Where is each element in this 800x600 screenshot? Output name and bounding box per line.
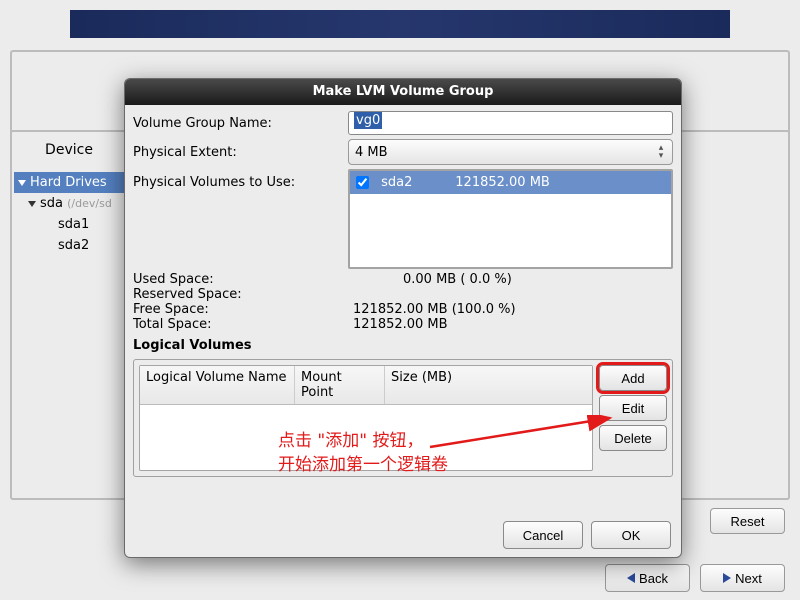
- top-banner: [70, 10, 730, 38]
- annotation-text: 点击 "添加" 按钮， 开始添加第一个逻辑卷: [278, 429, 448, 477]
- lv-buttons: Add Edit Delete: [599, 365, 667, 471]
- lv-col-name: Logical Volume Name: [140, 366, 295, 404]
- tree-sda[interactable]: sda (/dev/sd: [14, 193, 134, 214]
- add-button[interactable]: Add: [599, 365, 667, 391]
- pv-item-sda2[interactable]: sda2 121852.00 MB: [350, 171, 671, 194]
- dialog-title: Make LVM Volume Group: [125, 79, 681, 105]
- ok-button[interactable]: OK: [591, 521, 671, 549]
- dialog-body: Volume Group Name: vg0 Physical Extent: …: [125, 105, 681, 557]
- pv-label: Physical Volumes to Use:: [133, 175, 348, 190]
- used-value: 0.00 MB ( 0.0 %): [353, 272, 512, 287]
- pv-list[interactable]: sda2 121852.00 MB: [348, 169, 673, 269]
- tree-sda2[interactable]: sda2: [14, 235, 134, 256]
- cancel-button[interactable]: Cancel: [503, 521, 583, 549]
- pe-combo[interactable]: 4 MB ▴▾: [348, 139, 673, 165]
- next-label: Next: [735, 571, 762, 586]
- arrow-right-icon: [723, 573, 731, 583]
- pe-value: 4 MB: [355, 145, 388, 160]
- reserved-label: Reserved Space:: [133, 287, 353, 302]
- free-value: 121852.00 MB (100.0 %): [353, 302, 516, 317]
- annotation-line1: 点击 "添加" 按钮，: [278, 429, 448, 453]
- lv-heading: Logical Volumes: [133, 338, 673, 353]
- vg-name-input[interactable]: vg0: [348, 111, 673, 135]
- vg-name-label: Volume Group Name:: [133, 116, 348, 131]
- back-label: Back: [639, 571, 668, 586]
- edit-button[interactable]: Edit: [599, 395, 667, 421]
- device-column-header: Device: [14, 134, 124, 166]
- back-button[interactable]: Back: [605, 564, 690, 592]
- total-label: Total Space:: [133, 317, 353, 332]
- tree-hard-drives-label: Hard Drives: [30, 175, 107, 190]
- expand-icon: [18, 180, 26, 186]
- next-button[interactable]: Next: [700, 564, 785, 592]
- used-label: Used Space:: [133, 272, 353, 287]
- device-tree: Hard Drives sda (/dev/sd sda1 sda2: [14, 172, 134, 256]
- arrow-left-icon: [627, 573, 635, 583]
- delete-button[interactable]: Delete: [599, 425, 667, 451]
- vg-name-value: vg0: [354, 112, 382, 129]
- tree-sda1[interactable]: sda1: [14, 214, 134, 235]
- space-block: Used Space:0.00 MB ( 0.0 %) Reserved Spa…: [133, 272, 673, 332]
- pv-checkbox[interactable]: [356, 176, 369, 189]
- lv-col-size: Size (MB): [385, 366, 592, 404]
- tree-sda-devpath: (/dev/sd: [67, 197, 112, 210]
- annotation-line2: 开始添加第一个逻辑卷: [278, 453, 448, 477]
- expand-icon: [28, 201, 36, 207]
- spinner-icon: ▴▾: [654, 144, 668, 160]
- pv-item-size: 121852.00 MB: [455, 175, 550, 190]
- reset-button[interactable]: Reset: [710, 508, 785, 534]
- lv-col-mount: Mount Point: [295, 366, 385, 404]
- dialog-buttons: Cancel OK: [503, 521, 671, 549]
- lvm-dialog: Make LVM Volume Group Volume Group Name:…: [124, 78, 682, 558]
- nav-buttons: Back Next: [605, 564, 785, 592]
- pe-label: Physical Extent:: [133, 145, 348, 160]
- total-value: 121852.00 MB: [353, 317, 448, 332]
- tree-hard-drives[interactable]: Hard Drives: [14, 172, 134, 193]
- lv-table-header: Logical Volume Name Mount Point Size (MB…: [140, 366, 592, 405]
- tree-sda-label: sda: [40, 196, 63, 211]
- free-label: Free Space:: [133, 302, 353, 317]
- pv-item-name: sda2: [381, 175, 451, 190]
